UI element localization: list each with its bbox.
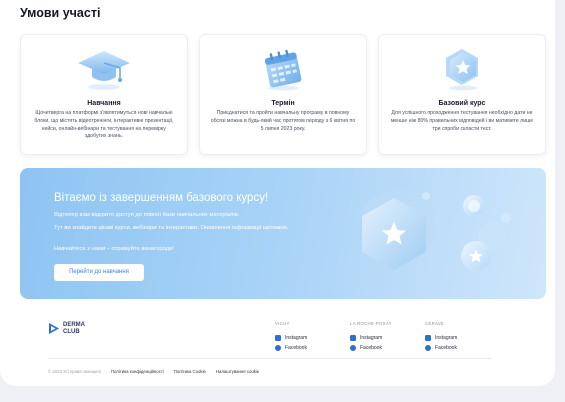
card-title: Навчання: [87, 100, 121, 107]
footer-column-heading: CERAVE: [425, 321, 445, 326]
link-label: Instagram: [360, 335, 383, 341]
go-to-learning-button[interactable]: Перейти до навчання: [54, 264, 144, 281]
conditions-card-term: Термін Приєднатися та пройти навчальну п…: [199, 34, 367, 155]
banner-text: Навчайтеся з нами – отримуйте винагороди…: [54, 246, 174, 252]
card-title: Термін: [271, 100, 295, 107]
page-title: Умови участі: [20, 6, 101, 20]
card-title: Базовий курс: [438, 100, 486, 107]
completion-banner: Вітаємо із завершенням базового курсу! В…: [20, 168, 546, 299]
cookie-settings-link[interactable]: Налаштування cookie: [216, 369, 259, 374]
graduation-cap-icon: [21, 43, 187, 91]
instagram-link[interactable]: Instagram: [350, 333, 392, 343]
footer-column-cerave: CERAVE Instagram Facebook: [425, 321, 457, 353]
link-label: Facebook: [435, 345, 457, 351]
footer-column-heading: LA ROCHE-POSAY: [350, 321, 392, 326]
footer-divider: [48, 358, 491, 359]
privacy-policy-link[interactable]: Політика конфіденційності: [111, 369, 164, 374]
instagram-icon: [275, 335, 281, 341]
footer-column-vichy: VICHY Instagram Facebook: [275, 321, 307, 353]
badges-illustration-icon: [362, 186, 511, 271]
instagram-link[interactable]: Instagram: [275, 333, 307, 343]
conditions-card-learning: Навчання Щочетверга на платформі з'являт…: [20, 34, 188, 155]
facebook-icon: [425, 345, 431, 351]
card-description: Для успішного проходження тестування нео…: [390, 110, 534, 132]
conditions-card-basic-course: Базовий курс Для успішного проходження т…: [378, 34, 546, 155]
card-description: Приєднатися та пройти навчальну програму…: [210, 110, 356, 132]
calendar-icon: [200, 43, 366, 91]
footer: DERMA CLUB VICHY Instagram Facebook LA R…: [0, 310, 555, 386]
footer-column-la-roche-posay: LA ROCHE-POSAY Instagram Facebook: [350, 321, 392, 353]
instagram-icon: [350, 335, 356, 341]
facebook-link[interactable]: Facebook: [275, 343, 307, 353]
instagram-link[interactable]: Instagram: [425, 333, 457, 343]
page-container: Умови участі Навчання Щочетверга на плат…: [0, 0, 555, 386]
logo-text: CLUB: [63, 328, 80, 335]
link-label: Facebook: [285, 345, 307, 351]
logo-text: DERMA: [63, 322, 85, 328]
link-label: Instagram: [435, 335, 458, 341]
card-description: Щочетверга на платформі з'являтимуться н…: [34, 110, 174, 140]
instagram-icon: [425, 335, 431, 341]
footer-column-heading: VICHY: [275, 321, 290, 326]
facebook-icon: [275, 345, 281, 351]
link-label: Instagram: [285, 335, 308, 341]
facebook-icon: [350, 345, 356, 351]
facebook-link[interactable]: Facebook: [350, 343, 392, 353]
banner-heading: Вітаємо із завершенням базового курсу!: [54, 192, 269, 204]
banner-text: Тут ви знайдете цікаві курси, вебінари т…: [54, 225, 289, 231]
cookie-policy-link[interactable]: Політика Cookie: [174, 369, 206, 374]
link-label: Facebook: [360, 345, 382, 351]
star-badge-icon: [379, 43, 545, 91]
derma-club-logo[interactable]: DERMA CLUB: [48, 322, 85, 335]
facebook-link[interactable]: Facebook: [425, 343, 457, 353]
logo-mark-icon: [49, 323, 59, 334]
copyright-text: © 2023 Усі права захищені: [48, 369, 101, 374]
footer-legal-row: © 2023 Усі права захищені Політика конфі…: [48, 369, 259, 374]
banner-text: Відтепер вам відкрито доступ до повної б…: [54, 212, 240, 218]
